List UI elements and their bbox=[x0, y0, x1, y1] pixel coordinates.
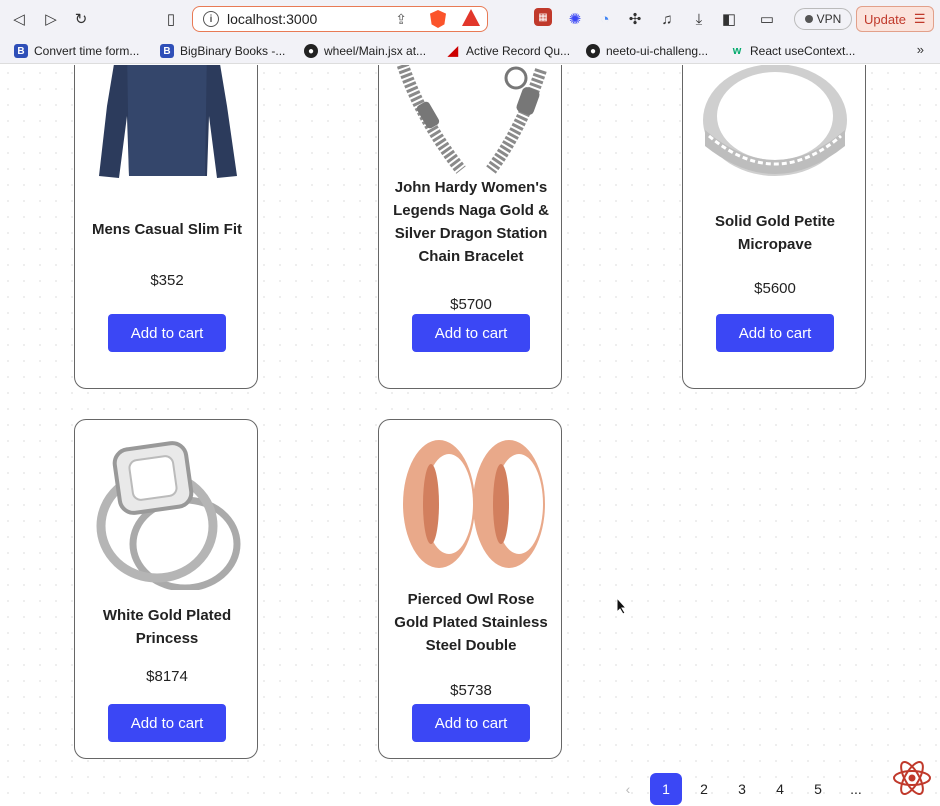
page-viewport: Mens Casual Slim Fit $352 Add to cart Jo… bbox=[0, 65, 940, 806]
add-to-cart-button[interactable]: Add to cart bbox=[108, 704, 226, 742]
music-icon[interactable]: ♫ bbox=[656, 8, 678, 30]
vpn-button[interactable]: VPN bbox=[794, 8, 852, 30]
mouse-cursor-icon bbox=[616, 597, 628, 615]
b-icon: B bbox=[14, 44, 28, 58]
add-to-cart-button[interactable]: Add to cart bbox=[108, 314, 226, 352]
github-icon: ● bbox=[586, 44, 600, 58]
bookmark-item[interactable]: ● wheel/Main.jsx at... bbox=[304, 42, 426, 60]
reload-icon[interactable]: ↻ bbox=[70, 8, 92, 30]
pagination-ellipsis: ... bbox=[850, 781, 862, 797]
bookmark-item[interactable]: ◢ Active Record Qu... bbox=[446, 42, 570, 60]
browser-toolbar: ◁ ▷ ↻ ▯ i localhost:3000 ⇪ ▦ ✺ ◔ ✣ ♫ ⤓ ◧… bbox=[0, 0, 940, 38]
extension-icon[interactable]: ▦ bbox=[534, 8, 552, 26]
bookmark-label: Convert time form... bbox=[34, 44, 140, 58]
url-text: localhost:3000 bbox=[227, 11, 318, 27]
pagination-page-1[interactable]: 1 bbox=[650, 773, 682, 805]
product-card: Pierced Owl Rose Gold Plated Stainless S… bbox=[378, 419, 562, 759]
bookmark-label: React useContext... bbox=[750, 44, 856, 58]
update-label: Update bbox=[864, 11, 906, 27]
bookmark-item[interactable]: w React useContext... bbox=[730, 42, 856, 60]
pagination-prev-button[interactable]: ‹ bbox=[612, 773, 644, 805]
product-card: John Hardy Women's Legends Naga Gold & S… bbox=[378, 65, 562, 389]
more-bookmarks-icon[interactable]: » bbox=[917, 42, 924, 57]
product-card: Solid Gold Petite Micropave $5600 Add to… bbox=[682, 65, 866, 389]
bookmark-icon[interactable]: ▯ bbox=[160, 8, 182, 30]
pagination: ‹ 1 2 3 4 5 ... 7 bbox=[612, 773, 916, 805]
product-image bbox=[695, 65, 855, 180]
site-info-icon[interactable]: i bbox=[203, 11, 219, 27]
w3-icon: w bbox=[732, 45, 742, 57]
product-card: White Gold Plated Princess $8174 Add to … bbox=[74, 419, 258, 759]
product-price: $8174 bbox=[146, 668, 188, 685]
bookmark-item[interactable]: B BigBinary Books -... bbox=[160, 42, 285, 60]
bookmark-item[interactable]: B Convert time form... bbox=[14, 42, 139, 60]
wallet-icon[interactable]: ▭ bbox=[756, 8, 778, 30]
product-title: Mens Casual Slim Fit bbox=[91, 221, 243, 238]
bookmarks-bar: B Convert time form... B BigBinary Books… bbox=[0, 38, 940, 64]
menu-icon: ☰ bbox=[913, 11, 926, 26]
settings-extension-icon[interactable]: ✺ bbox=[564, 8, 586, 30]
product-image bbox=[87, 434, 247, 590]
pagination-page-2[interactable]: 2 bbox=[688, 773, 720, 805]
vpn-label: VPN bbox=[816, 12, 842, 26]
product-card: Mens Casual Slim Fit $352 Add to cart bbox=[74, 65, 258, 389]
sidebar-icon[interactable]: ◧ bbox=[718, 8, 740, 30]
add-to-cart-button[interactable]: Add to cart bbox=[412, 704, 530, 742]
product-image bbox=[87, 65, 247, 196]
product-title: Pierced Owl Rose Gold Plated Stainless S… bbox=[394, 591, 548, 654]
b-icon: B bbox=[160, 44, 174, 58]
react-devtools-icon[interactable] bbox=[890, 756, 934, 800]
puzzle-icon[interactable]: ✣ bbox=[624, 8, 646, 30]
product-title: John Hardy Women's Legends Naga Gold & S… bbox=[393, 179, 549, 265]
bookmark-label: neeto-ui-challeng... bbox=[606, 44, 709, 58]
forward-icon[interactable]: ▷ bbox=[40, 8, 62, 30]
rails-icon: ◢ bbox=[448, 43, 458, 58]
pagination-page-5[interactable]: 5 bbox=[802, 773, 834, 805]
product-image bbox=[391, 65, 551, 180]
back-icon[interactable]: ◁ bbox=[8, 8, 30, 30]
share-icon[interactable]: ⇪ bbox=[395, 11, 407, 28]
product-image bbox=[391, 432, 551, 578]
bookmark-label: wheel/Main.jsx at... bbox=[324, 44, 427, 58]
vpn-status-icon bbox=[804, 15, 813, 23]
brave-rewards-icon[interactable] bbox=[462, 9, 480, 26]
pagination-page-3[interactable]: 3 bbox=[726, 773, 758, 805]
product-title: White Gold Plated Princess bbox=[102, 607, 232, 647]
add-to-cart-button[interactable]: Add to cart bbox=[412, 314, 530, 352]
product-price: $5700 bbox=[450, 296, 492, 313]
product-price: $5738 bbox=[450, 682, 492, 699]
product-price: $5600 bbox=[754, 280, 796, 297]
google-extension-icon[interactable]: ◔ bbox=[594, 8, 616, 30]
update-button[interactable]: Update ☰ bbox=[856, 6, 934, 32]
bookmark-label: BigBinary Books -... bbox=[180, 44, 286, 58]
pagination-page-4[interactable]: 4 bbox=[764, 773, 796, 805]
bookmark-item[interactable]: ● neeto-ui-challeng... bbox=[586, 42, 708, 60]
download-icon[interactable]: ⤓ bbox=[688, 8, 710, 30]
bookmark-label: Active Record Qu... bbox=[466, 44, 571, 58]
github-icon: ● bbox=[304, 44, 318, 58]
product-price: $352 bbox=[150, 272, 184, 289]
product-title: Solid Gold Petite Micropave bbox=[714, 213, 835, 253]
add-to-cart-button[interactable]: Add to cart bbox=[716, 314, 834, 352]
